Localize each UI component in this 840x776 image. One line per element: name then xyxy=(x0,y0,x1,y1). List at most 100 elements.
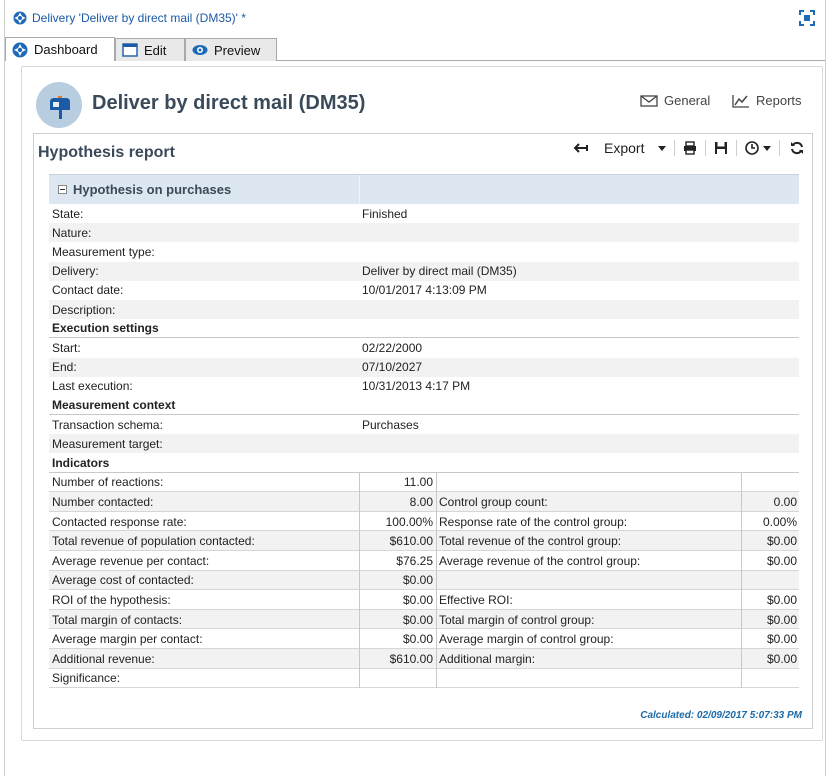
field-label: Contact date: xyxy=(52,283,124,298)
field-value: Deliver by direct mail (DM35) xyxy=(362,264,517,279)
field-value: 10/01/2017 4:13:09 PM xyxy=(362,283,487,298)
general-label: General xyxy=(664,93,711,108)
control-label: Additional margin: xyxy=(436,648,741,669)
field-row: Nature: xyxy=(49,223,799,243)
group-header[interactable]: Hypothesis on purchases xyxy=(49,174,799,205)
toolbar-separator xyxy=(736,140,737,156)
refresh-icon xyxy=(791,141,803,155)
field-row: Delivery: Deliver by direct mail (DM35) xyxy=(49,261,799,281)
back-button[interactable] xyxy=(564,137,598,159)
indicator-value: $0.00 xyxy=(359,570,435,591)
control-label: Response rate of the control group: xyxy=(436,511,741,532)
report-toolbar: Export xyxy=(564,137,812,159)
export-dropdown[interactable]: Export xyxy=(598,137,672,159)
field-value: Purchases xyxy=(362,417,419,432)
indicator-row: Number contacted: 8.00 Control group count… xyxy=(49,492,799,512)
indicator-value: $0.00 xyxy=(359,590,435,610)
title-bar: Delivery 'Deliver by direct mail (DM35)'… xyxy=(5,0,825,36)
control-value: 0.00 xyxy=(741,492,799,512)
delivery-icon xyxy=(13,11,27,25)
indicator-value: $0.00 xyxy=(359,629,435,649)
indicator-row: Average margin per contact: $0.00 Average … xyxy=(49,629,799,649)
control-value xyxy=(741,570,799,591)
column-divider xyxy=(359,175,360,205)
control-label: Average revenue of the control group: xyxy=(436,551,741,571)
export-label: Export xyxy=(604,140,645,156)
field-row: Description: xyxy=(49,299,799,320)
window-title: Delivery 'Deliver by direct mail (DM35)'… xyxy=(32,11,246,25)
general-link[interactable]: General xyxy=(640,93,710,108)
hypothesis-grid: Hypothesis on purchases State: Finished N… xyxy=(49,174,799,689)
section-header: Execution settings xyxy=(49,319,799,339)
page-title: Deliver by direct mail (DM35) xyxy=(92,92,366,114)
save-button[interactable] xyxy=(708,137,734,159)
collapse-icon[interactable] xyxy=(58,185,67,194)
dashboard-icon xyxy=(12,42,28,57)
reports-link[interactable]: Reports xyxy=(732,93,802,108)
tab-label: Edit xyxy=(144,42,167,58)
indicator-value xyxy=(359,668,435,689)
tab-edit[interactable]: Edit xyxy=(115,38,185,61)
indicator-label: Number contacted: xyxy=(52,495,154,510)
indicator-row: ROI of the hypothesis: $0.00 Effective ROI… xyxy=(49,590,799,610)
field-row: Transaction schema: Purchases xyxy=(49,415,799,434)
indicator-label: Number of reactions: xyxy=(52,475,164,490)
control-value: $0.00 xyxy=(741,609,799,630)
eye-icon xyxy=(192,45,208,55)
indicator-value: 100.00% xyxy=(359,511,435,532)
hypothesis-report: Hypothesis report Export Hypothesis on p… xyxy=(33,133,813,729)
control-value: $0.00 xyxy=(741,590,799,610)
field-label: End: xyxy=(52,360,77,375)
refresh-button[interactable] xyxy=(782,137,812,159)
control-value: $0.00 xyxy=(741,551,799,571)
indicator-row: Number of reactions: 11.00 xyxy=(49,472,799,493)
control-label xyxy=(436,668,741,689)
toolbar-separator xyxy=(779,140,780,156)
envelope-icon xyxy=(640,94,658,107)
calculated-timestamp: Calculated: 02/09/2017 5:07:33 PM xyxy=(640,710,802,721)
section-header: Indicators xyxy=(49,453,799,473)
chevron-down-icon xyxy=(763,145,771,151)
indicator-label: Total margin of contacts: xyxy=(52,612,183,627)
field-row: End: 07/10/2027 xyxy=(49,357,799,377)
field-row: State: Finished xyxy=(49,204,799,223)
indicator-value: $76.25 xyxy=(359,551,435,571)
field-label: Start: xyxy=(52,340,81,355)
tab-dashboard[interactable]: Dashboard xyxy=(5,37,115,61)
indicator-row: Additional revenue: $610.00 Additional mar… xyxy=(49,648,799,669)
reports-label: Reports xyxy=(756,93,802,108)
save-icon xyxy=(715,142,727,154)
field-label: Description: xyxy=(52,302,116,317)
clock-icon xyxy=(745,141,759,155)
indicator-row: Average revenue per contact: $76.25 Averag… xyxy=(49,551,799,571)
control-value: 0.00% xyxy=(741,511,799,532)
chevron-down-icon xyxy=(658,145,666,151)
print-button[interactable] xyxy=(677,137,703,159)
control-label: Effective ROI: xyxy=(436,590,741,610)
history-dropdown[interactable] xyxy=(739,137,777,159)
tab-preview[interactable]: Preview xyxy=(185,38,277,61)
indicator-value: 11.00 xyxy=(359,472,435,493)
field-value: 07/10/2027 xyxy=(362,360,423,375)
delivery-window: Delivery 'Deliver by direct mail (DM35)'… xyxy=(4,0,826,776)
tab-label: Dashboard xyxy=(34,42,98,57)
section-title: Execution settings xyxy=(52,321,159,336)
field-row: Measurement type: xyxy=(49,242,799,261)
indicator-label: Average margin per contact: xyxy=(52,632,203,647)
section-title: Measurement context xyxy=(52,397,176,412)
indicator-value: $610.00 xyxy=(359,531,435,551)
control-label xyxy=(436,472,741,493)
control-value: $0.00 xyxy=(741,648,799,669)
fit-screen-icon[interactable] xyxy=(799,10,815,26)
report-title: Hypothesis report xyxy=(38,144,175,161)
indicator-value: $0.00 xyxy=(359,609,435,630)
control-label: Control group count: xyxy=(436,492,741,512)
control-value xyxy=(741,472,799,493)
indicator-row: Total margin of contacts: $0.00 Total marg… xyxy=(49,609,799,630)
section-header: Measurement context xyxy=(49,396,799,416)
group-title: Hypothesis on purchases xyxy=(73,182,232,197)
toolbar-separator xyxy=(674,140,675,156)
control-value: $0.00 xyxy=(741,629,799,649)
tab-label: Preview xyxy=(214,42,261,58)
field-label: Delivery: xyxy=(52,264,99,279)
